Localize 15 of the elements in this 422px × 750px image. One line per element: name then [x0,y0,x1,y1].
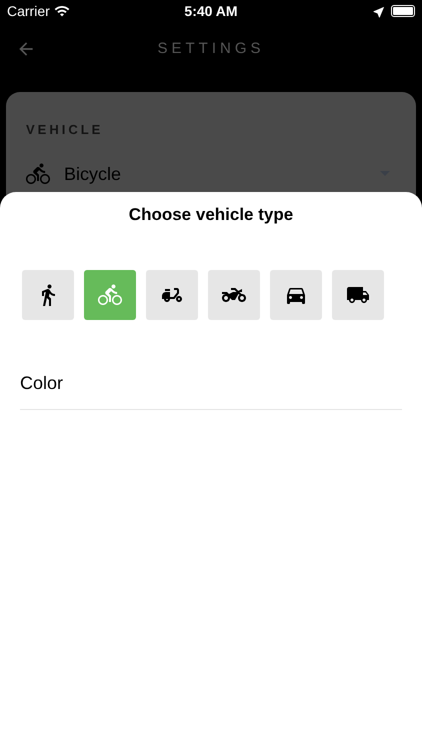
header-title: SETTINGS [157,38,264,59]
vehicle-type-button[interactable] [332,270,384,320]
vehicle-value: Bicycle [64,164,122,184]
color-field[interactable]: Color [20,370,402,410]
wifi-icon [54,3,70,19]
battery-icon [390,5,415,17]
sheet-title: Choose vehicle type [128,204,294,226]
vehicle-type-button[interactable] [146,270,198,320]
vehicle-type-button[interactable] [208,270,260,320]
bicycle-icon [98,282,122,306]
bicycle-icon [26,162,50,186]
vehicle-type-button[interactable] [270,270,322,320]
status-time: 5:40 AM [184,2,238,20]
carrier-text: Carrier [7,2,50,20]
vehicle-type-button[interactable] [22,270,74,320]
